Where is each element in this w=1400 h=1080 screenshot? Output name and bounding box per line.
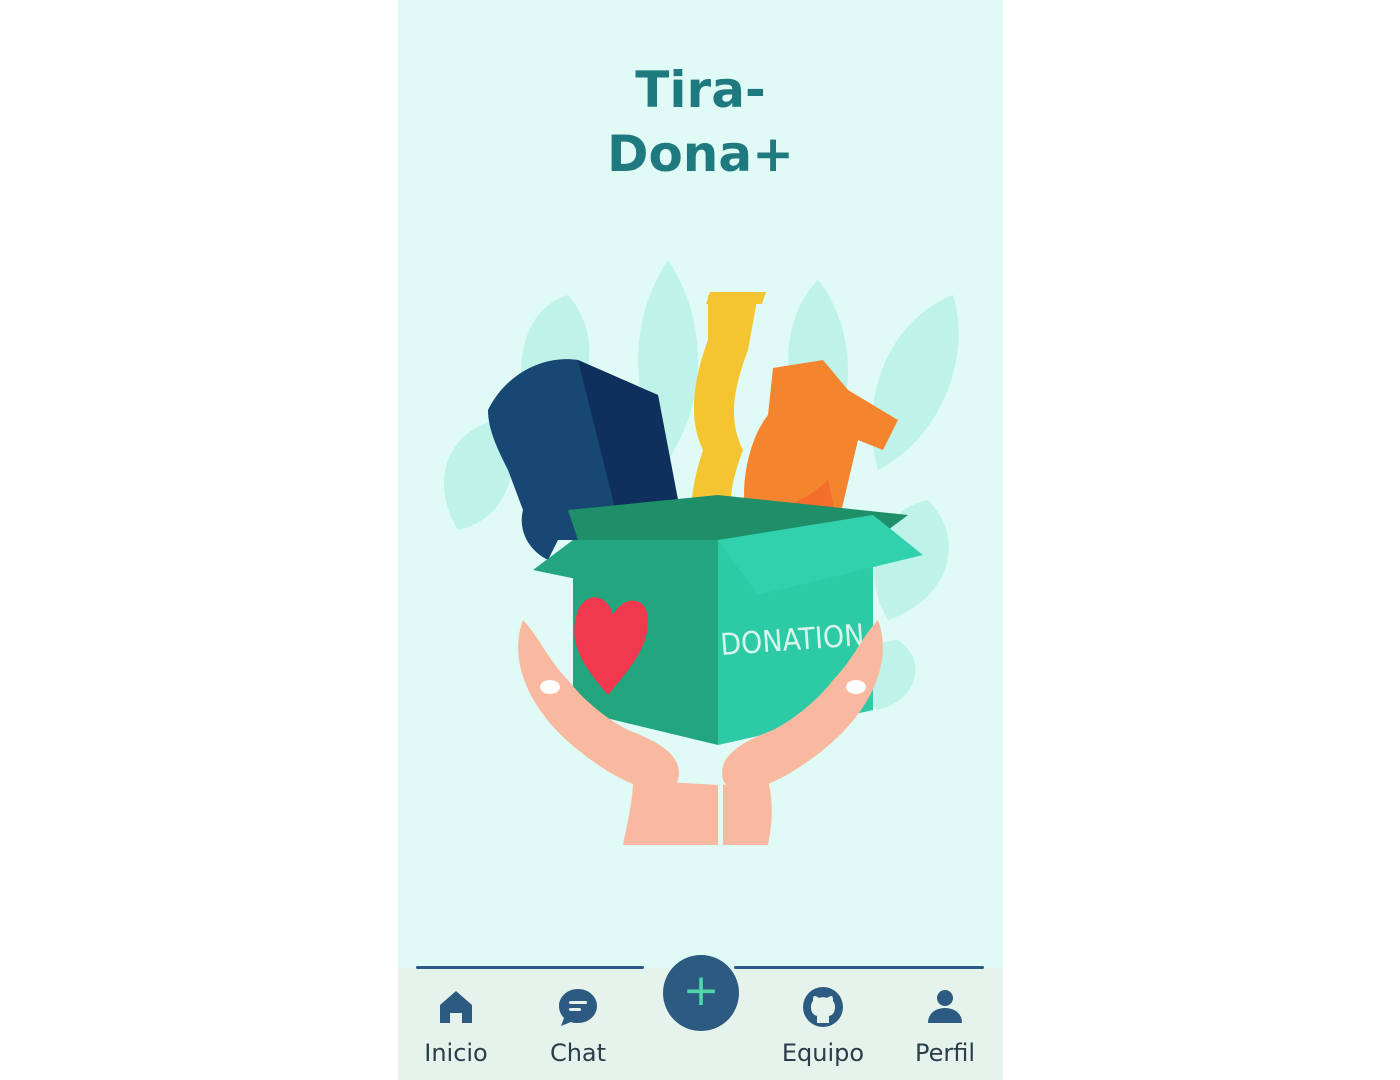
add-donation-button[interactable]: +	[663, 955, 739, 1031]
nav-item-equipo[interactable]: Equipo	[768, 985, 878, 1075]
nav-item-perfil[interactable]: Perfil	[890, 985, 1000, 1075]
nav-label-chat: Chat	[549, 1039, 607, 1067]
user-icon	[928, 990, 962, 1023]
home-icon	[440, 991, 472, 1023]
nav-divider-right	[734, 966, 984, 969]
nav-label-perfil: Perfil	[914, 1039, 976, 1067]
app-title-line2: Dona+	[606, 125, 795, 183]
nav-divider-left	[416, 966, 644, 969]
app-title-line1: Tira-	[635, 61, 766, 119]
app-screen: Tira- Dona+ DONATION Inicio Chat + Equip…	[398, 0, 1003, 1080]
nav-label-equipo: Equipo	[781, 1039, 865, 1067]
nav-label-inicio: Inicio	[424, 1039, 488, 1067]
chat-icon	[559, 989, 597, 1026]
donation-box-illustration: DONATION	[443, 260, 959, 845]
app-title: Tira- Dona+	[398, 58, 1003, 186]
nav-item-inicio[interactable]: Inicio	[401, 985, 511, 1075]
nav-item-chat[interactable]: Chat	[523, 985, 633, 1075]
github-icon	[803, 987, 843, 1027]
